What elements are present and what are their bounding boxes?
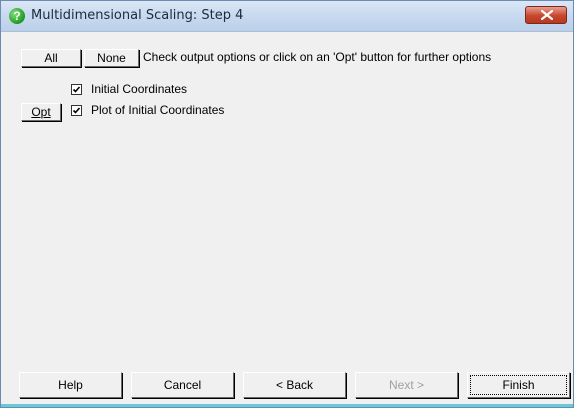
opt-button[interactable]: Opt (21, 103, 61, 121)
dialog-content: All None Check output options or click o… (1, 32, 573, 398)
all-button-label: All (44, 51, 58, 65)
checkmark-icon (72, 107, 81, 114)
close-icon (541, 10, 553, 20)
all-button[interactable]: All (21, 49, 81, 67)
dialog-window: ? Multidimensional Scaling: Step 4 All N… (0, 0, 574, 408)
help-button[interactable]: Help (19, 372, 122, 398)
back-button-label: < Back (275, 378, 314, 392)
close-button[interactable] (525, 6, 567, 24)
back-button[interactable]: < Back (243, 372, 346, 398)
cancel-button[interactable]: Cancel (131, 372, 234, 398)
checkmark-icon (72, 86, 81, 93)
help-button-label: Help (58, 378, 83, 392)
title-bar[interactable]: ? Multidimensional Scaling: Step 4 (1, 1, 573, 32)
initial-coordinates-label: Initial Coordinates (91, 82, 188, 96)
next-button-label: Next > (388, 378, 424, 392)
window-title: Multidimensional Scaling: Step 4 (31, 8, 244, 23)
finish-button[interactable]: Finish (467, 372, 570, 398)
help-question-icon: ? (9, 8, 25, 24)
none-button[interactable]: None (84, 49, 139, 67)
none-button-label: None (97, 51, 126, 65)
instruction-text: Check output options or click on an 'Opt… (143, 50, 492, 64)
plot-initial-coordinates-checkbox[interactable] (71, 105, 82, 116)
plot-initial-coordinates-label: Plot of Initial Coordinates (91, 103, 225, 117)
next-button: Next > (355, 372, 458, 398)
cancel-button-label: Cancel (163, 378, 202, 392)
bottom-accent-line (1, 404, 573, 407)
opt-button-label: Opt (31, 105, 51, 119)
initial-coordinates-checkbox[interactable] (71, 84, 82, 95)
finish-button-label: Finish (502, 378, 535, 392)
